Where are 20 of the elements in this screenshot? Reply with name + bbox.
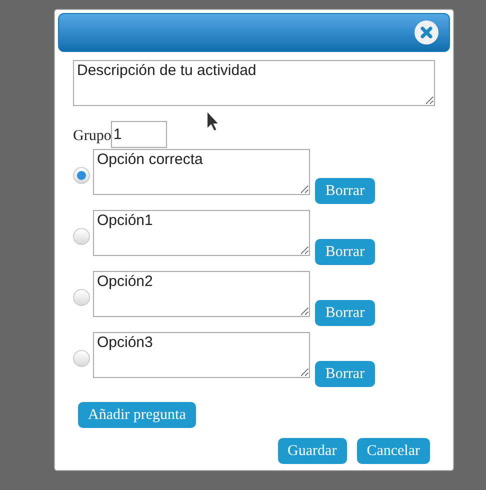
- delete-button[interactable]: Borrar: [315, 178, 375, 204]
- group-label: Grupo: [73, 127, 112, 145]
- option-field[interactable]: Opción2: [93, 271, 310, 317]
- radio-button[interactable]: [73, 289, 90, 306]
- radio-button[interactable]: [73, 167, 90, 184]
- dialog-button[interactable]: Cancelar: [356, 438, 430, 464]
- radio-button[interactable]: [73, 350, 90, 367]
- group-field[interactable]: 1: [111, 121, 168, 148]
- delete-button[interactable]: Borrar: [315, 361, 375, 387]
- option-field[interactable]: Opción3: [93, 332, 310, 378]
- option-field[interactable]: Opción1: [93, 210, 310, 256]
- add-question-button[interactable]: Añadir pregunta: [78, 402, 196, 428]
- dialog-button[interactable]: Guardar: [278, 438, 347, 464]
- option-field[interactable]: Opción correcta: [93, 149, 310, 195]
- close-icon[interactable]: [414, 20, 439, 45]
- radio-button[interactable]: [73, 228, 90, 245]
- cursor-icon: [206, 110, 219, 132]
- description-field[interactable]: Descripción de tu actividad: [73, 60, 435, 106]
- delete-button[interactable]: Borrar: [315, 239, 375, 265]
- delete-button[interactable]: Borrar: [315, 300, 375, 326]
